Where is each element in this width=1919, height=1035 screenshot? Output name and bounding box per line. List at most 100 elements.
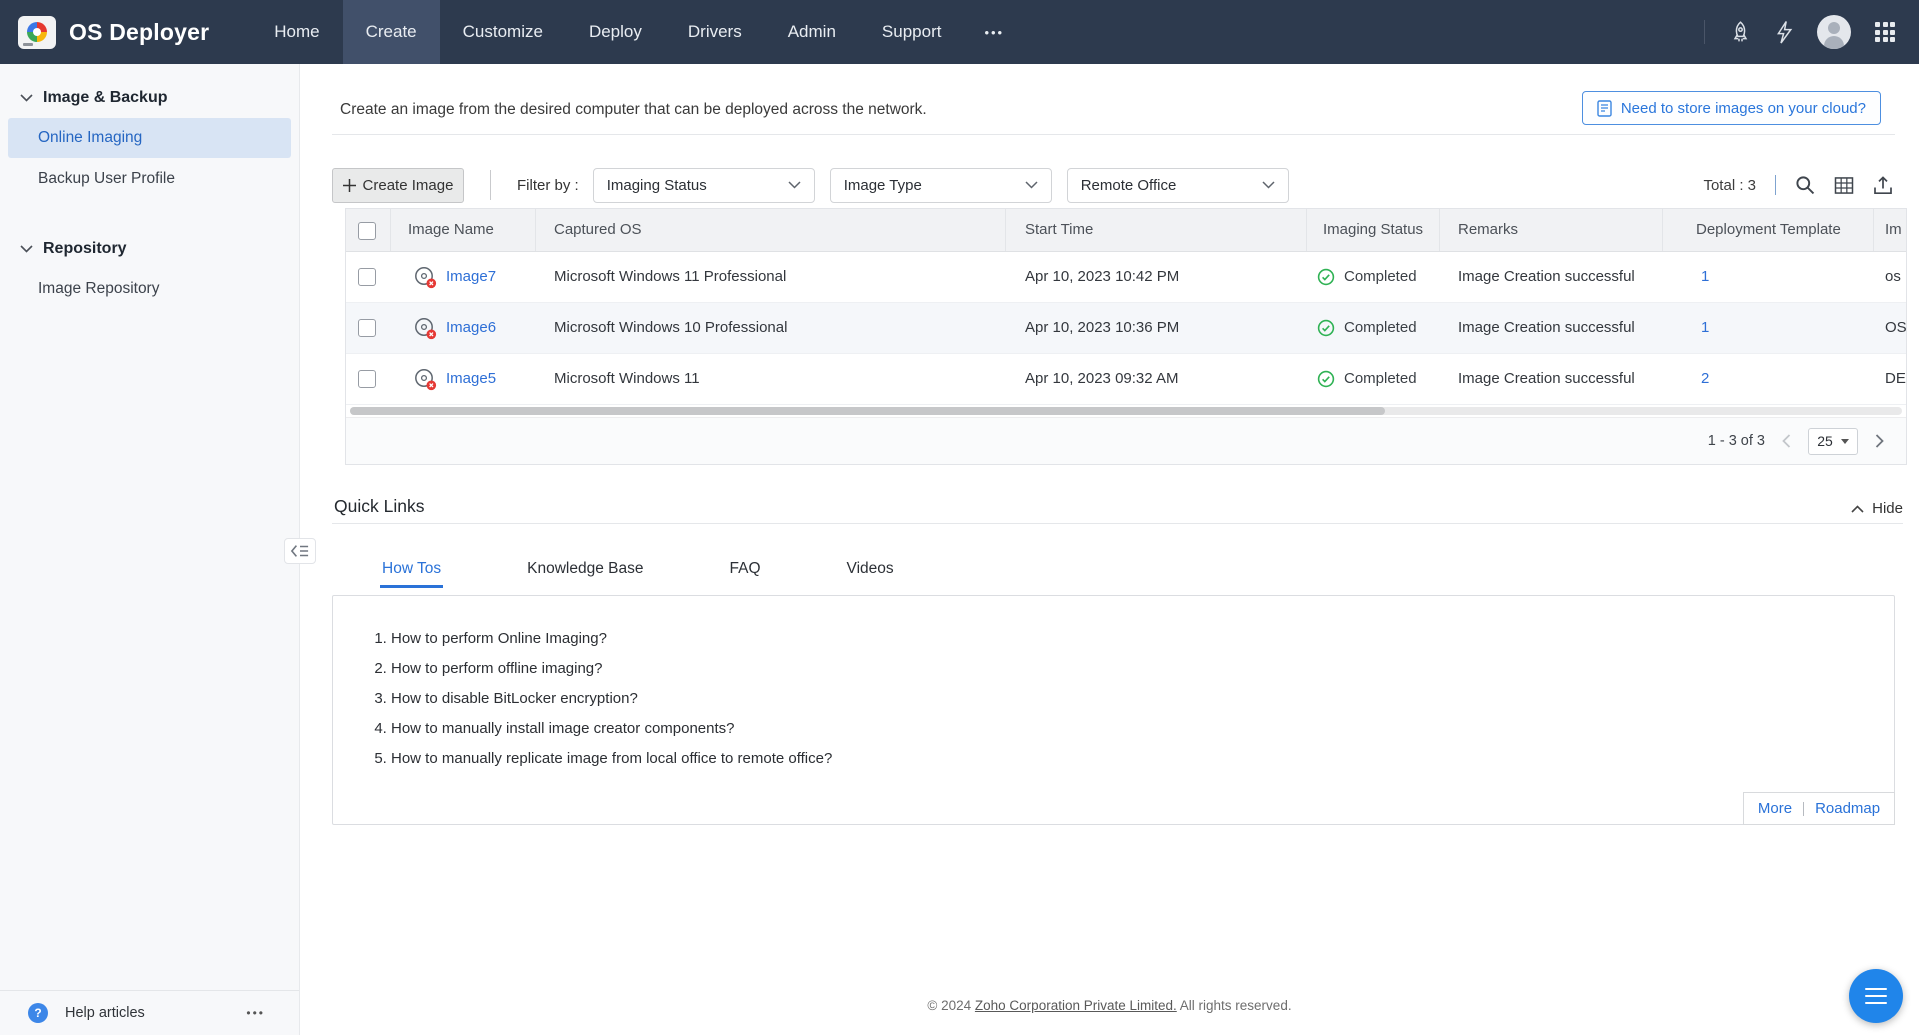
row-checkbox[interactable] [358, 319, 376, 342]
chevron-down-icon [20, 245, 33, 253]
store-images-cloud-button[interactable]: Need to store images on your cloud? [1582, 91, 1881, 125]
quick-links-hide-toggle[interactable]: Hide [1851, 500, 1903, 517]
caret-down-icon [1841, 439, 1849, 444]
sidebar-items: Image Repository [0, 269, 299, 309]
col-image-name[interactable]: Image Name [408, 209, 494, 251]
col-start-time[interactable]: Start Time [1025, 209, 1093, 251]
col-deployment-template[interactable]: Deployment Template [1696, 209, 1841, 251]
nav-item[interactable]: Home [251, 0, 342, 64]
filter-dropdowns: Imaging Status Image Type Remote [593, 168, 1304, 203]
status-success-icon [1317, 370, 1335, 388]
image-disk-icon [413, 367, 437, 391]
main-content: Create an image from the desired compute… [300, 64, 1919, 1035]
sidebar-section-header[interactable]: Image & Backup [0, 84, 299, 112]
how-to-link[interactable]: How to manually install image creator co… [391, 714, 1894, 744]
search-icon[interactable] [1795, 175, 1815, 195]
pagination-next-icon[interactable] [1875, 434, 1884, 448]
deployment-template-link[interactable]: 1 [1701, 268, 1709, 285]
filter-dropdown[interactable]: Image Type [830, 168, 1052, 203]
user-avatar[interactable] [1817, 15, 1851, 49]
divider [1803, 802, 1804, 816]
more-roadmap-box: More Roadmap [1743, 792, 1895, 825]
navbar-right [1704, 0, 1895, 64]
remarks-value: Image Creation successful [1458, 303, 1635, 353]
page-size-select[interactable]: 25 [1808, 428, 1858, 455]
top-navbar: OS Deployer Home Create Customize Deploy [0, 0, 1919, 64]
how-to-link[interactable]: How to disable BitLocker encryption? [391, 684, 1894, 714]
sidebar-section-repository: Repository Image Repository [0, 235, 299, 309]
quick-links-tab[interactable]: Videos [845, 554, 896, 588]
chevron-down-icon [1025, 181, 1038, 189]
filter-dropdown[interactable]: Remote Office [1067, 168, 1289, 203]
nav-item[interactable]: Deploy [566, 0, 665, 64]
nav-item[interactable]: Customize [440, 0, 566, 64]
left-sidebar: Image & Backup Online Imaging Backup Use… [0, 64, 300, 1035]
plus-icon [343, 179, 356, 192]
how-to-link[interactable]: How to manually replicate image from loc… [391, 744, 1894, 774]
select-all-checkbox[interactable] [358, 222, 376, 245]
nav-item[interactable]: Admin [765, 0, 859, 64]
col-remarks[interactable]: Remarks [1458, 209, 1518, 251]
col-imaging-status[interactable]: Imaging Status [1323, 209, 1423, 251]
sidebar-section-image-backup: Image & Backup Online Imaging Backup Use… [0, 84, 299, 199]
how-to-link[interactable]: How to perform offline imaging? [391, 654, 1894, 684]
status-success-icon [1317, 268, 1335, 286]
clipped-value: DE [1885, 354, 1906, 404]
row-checkbox[interactable] [358, 370, 376, 393]
image-name-link[interactable]: Image7 [446, 268, 496, 285]
help-icon[interactable]: ? [28, 1003, 48, 1023]
status-success-icon [1317, 319, 1335, 337]
nav-item[interactable]: Create [343, 0, 440, 64]
brand[interactable]: OS Deployer [18, 0, 209, 64]
quick-links-tab[interactable]: How Tos [380, 554, 443, 588]
row-checkbox[interactable] [358, 268, 376, 291]
status-value: Completed [1344, 252, 1417, 302]
image-name-link[interactable]: Image6 [446, 319, 496, 336]
total-count-label: Total : 3 [1703, 177, 1756, 194]
sidebar-item[interactable]: Image Repository [8, 269, 291, 309]
more-link[interactable]: More [1758, 800, 1792, 817]
brand-name: OS Deployer [69, 19, 209, 46]
nav-item[interactable]: Drivers [665, 0, 765, 64]
deployment-template-link[interactable]: 1 [1701, 319, 1709, 336]
status-value: Completed [1344, 303, 1417, 353]
create-image-button[interactable]: Create Image [332, 168, 464, 203]
nav-item[interactable]: Support [859, 0, 965, 64]
help-articles-link[interactable]: Help articles [65, 1005, 145, 1021]
deployment-template-link[interactable]: 2 [1701, 370, 1709, 387]
app-switcher-icon[interactable] [1875, 22, 1895, 42]
table-header: Image Name Captured OS Start Time Imagin… [346, 209, 1906, 252]
document-icon [1597, 100, 1612, 117]
navbar-divider [1704, 20, 1705, 44]
zoho-link[interactable]: Zoho Corporation Private Limited. [975, 998, 1177, 1013]
how-to-link[interactable]: How to perform Online Imaging? [391, 624, 1894, 654]
sidebar-item[interactable]: Backup User Profile [8, 159, 291, 199]
chevron-up-icon [1851, 505, 1864, 513]
floating-menu-button[interactable] [1849, 969, 1903, 1023]
images-table: Image Name Captured OS Start Time Imagin… [345, 208, 1907, 465]
quick-links-tab[interactable]: Knowledge Base [525, 554, 645, 588]
scrollbar-thumb[interactable] [350, 407, 1385, 415]
sidebar-section-header[interactable]: Repository [0, 235, 299, 263]
whats-new-rocket-icon[interactable] [1729, 20, 1752, 45]
col-captured-os[interactable]: Captured OS [554, 209, 642, 251]
sidebar-collapse-icon[interactable] [284, 538, 316, 564]
quick-actions-bolt-icon[interactable] [1776, 20, 1793, 45]
column-chooser-icon[interactable] [1834, 177, 1854, 194]
table-row: Image6 Microsoft Windows 10 Professional… [346, 303, 1906, 354]
filter-by-label: Filter by : [517, 177, 579, 194]
pagination-prev-icon[interactable] [1782, 434, 1791, 448]
quick-links-tab[interactable]: FAQ [728, 554, 763, 588]
sidebar-item[interactable]: Online Imaging [8, 118, 291, 158]
toolbar-divider [1775, 175, 1776, 195]
export-icon[interactable] [1873, 176, 1893, 195]
nav-more-menu[interactable]: ••• [964, 0, 1024, 64]
roadmap-link[interactable]: Roadmap [1815, 800, 1880, 817]
toolbar-right: Total : 3 [1703, 167, 1893, 203]
main-nav: Home Create Customize Deploy Drivers [251, 0, 964, 64]
filter-dropdown[interactable]: Imaging Status [593, 168, 815, 203]
col-clipped[interactable]: Im [1885, 209, 1902, 251]
pagination-range-label: 1 - 3 of 3 [1708, 433, 1765, 449]
sidebar-more-icon[interactable]: ••• [246, 1006, 265, 1020]
image-name-link[interactable]: Image5 [446, 370, 496, 387]
